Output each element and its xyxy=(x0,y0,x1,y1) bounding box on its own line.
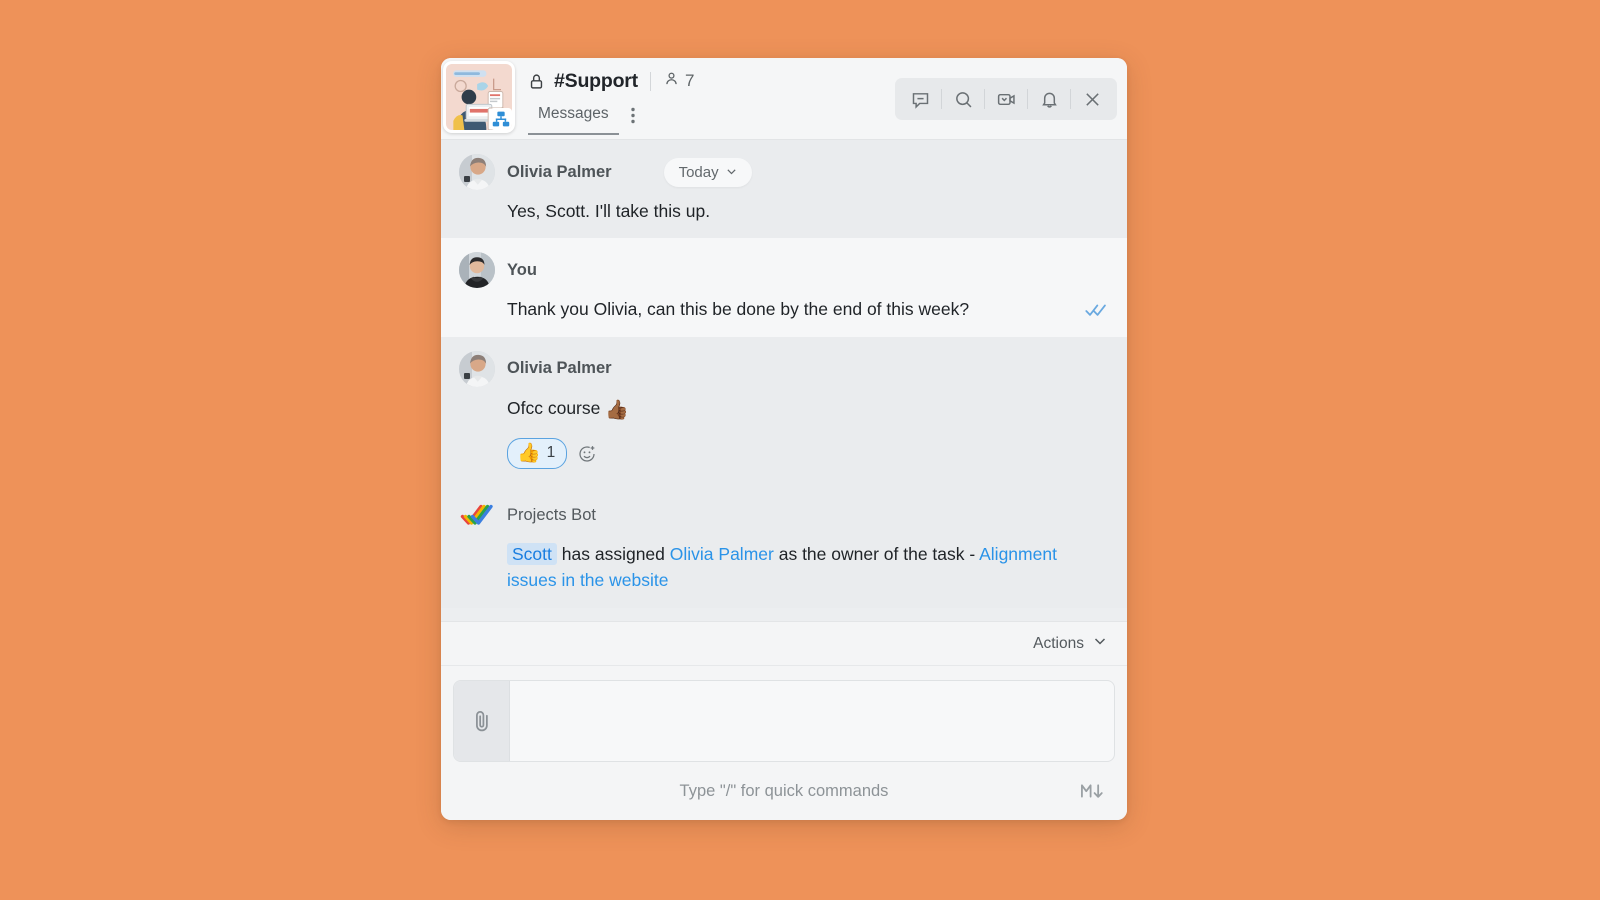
date-pill-label: Today xyxy=(678,163,719,181)
avatar[interactable] xyxy=(459,350,495,387)
double-check-icon xyxy=(1085,302,1107,318)
message-item: You Thank you Olivia, can this be done b… xyxy=(441,238,1127,337)
actions-dropdown[interactable]: Actions xyxy=(1033,634,1107,653)
person-icon xyxy=(663,70,680,92)
chat-footer: Actions Type "/" for quick commands xyxy=(441,621,1127,820)
message-sender: Olivia Palmer xyxy=(507,162,612,181)
you-avatar-icon xyxy=(459,252,495,289)
avatar[interactable] xyxy=(459,154,495,190)
message-item: Projects Bot Scott has assigned Olivia P… xyxy=(441,483,1127,608)
compose-box xyxy=(453,680,1115,762)
message-sender: You xyxy=(507,260,537,279)
message-sender: Projects Bot xyxy=(507,505,596,524)
markdown-icon[interactable] xyxy=(1080,783,1105,800)
more-vertical-icon[interactable] xyxy=(623,105,643,132)
message-input[interactable] xyxy=(510,681,1114,761)
close-icon[interactable] xyxy=(1071,78,1113,120)
chat-header: #Support 7 Messages xyxy=(441,58,1127,140)
actions-bar: Actions xyxy=(441,622,1127,666)
channel-name[interactable]: #Support xyxy=(554,70,638,93)
olivia-avatar-icon xyxy=(459,350,495,387)
search-icon[interactable] xyxy=(942,78,984,120)
tab-messages[interactable]: Messages xyxy=(528,102,619,135)
member-count-value: 7 xyxy=(684,71,695,90)
message-text: Scott has assigned Olivia Palmer as the … xyxy=(507,541,1109,594)
paperclip-icon[interactable] xyxy=(454,681,510,761)
chevron-down-icon xyxy=(1093,634,1107,653)
message-item: Olivia Palmer Ofcc course 👍🏾 👍 1 xyxy=(441,336,1127,483)
compose-hint-bar: Type "/" for quick commands xyxy=(441,762,1127,820)
message-header: You xyxy=(459,252,1109,289)
message-header: Olivia Palmer Today xyxy=(459,154,1109,190)
chat-window: #Support 7 Messages Olivia Palmer Today … xyxy=(441,58,1127,820)
mention-olivia-palmer[interactable]: Olivia Palmer xyxy=(670,544,774,564)
channel-illustration-icon xyxy=(446,64,512,130)
notifications-icon[interactable] xyxy=(1028,78,1070,120)
header-tabs: Messages xyxy=(528,102,643,135)
message-text-value: Ofcc course xyxy=(507,397,601,418)
member-count[interactable]: 7 xyxy=(663,70,694,92)
olivia-avatar-icon xyxy=(459,154,495,190)
header-actions xyxy=(895,78,1117,120)
messages-list[interactable]: Olivia Palmer Today Yes, Scott. I'll tak… xyxy=(441,140,1127,621)
projects-bot-logo-icon xyxy=(460,504,493,525)
reaction-chip-thumbsup[interactable]: 👍 1 xyxy=(507,438,568,469)
message-header: Projects Bot xyxy=(459,497,1109,533)
channel-thumbnail[interactable] xyxy=(443,61,515,133)
actions-label: Actions xyxy=(1033,634,1084,652)
add-reaction-icon[interactable] xyxy=(577,444,597,464)
mention-scott[interactable]: Scott xyxy=(507,543,557,565)
channel-title-bar: #Support 7 xyxy=(528,68,694,94)
lock-icon xyxy=(528,73,545,90)
compose-hint-text: Type "/" for quick commands xyxy=(679,781,889,800)
avatar[interactable] xyxy=(459,252,495,289)
header-divider xyxy=(649,71,651,91)
chevron-down-icon xyxy=(726,164,737,181)
bot-text-2: as the owner of the task - xyxy=(778,544,976,564)
message-sender: Olivia Palmer xyxy=(507,359,612,377)
compose-area xyxy=(441,666,1127,762)
thumbs-up-icon: 👍 xyxy=(517,443,541,464)
avatar[interactable] xyxy=(459,497,495,533)
thumbs-up-emoji: 👍🏾 xyxy=(605,399,629,421)
message-reactions: 👍 1 xyxy=(507,438,1109,469)
minimize-chat-icon[interactable] xyxy=(899,78,941,120)
video-call-icon[interactable] xyxy=(985,78,1027,120)
message-text: Thank you Olivia, can this be done by th… xyxy=(507,299,970,320)
reaction-count: 1 xyxy=(546,444,556,461)
bot-text-1: has assigned xyxy=(561,544,665,564)
message-header: Olivia Palmer xyxy=(459,350,1109,387)
message-text: Ofcc course 👍🏾 xyxy=(507,395,1109,426)
date-pill[interactable]: Today xyxy=(663,157,752,187)
message-text: Yes, Scott. I'll take this up. xyxy=(507,201,711,221)
message-item: Olivia Palmer Today Yes, Scott. I'll tak… xyxy=(441,140,1127,239)
